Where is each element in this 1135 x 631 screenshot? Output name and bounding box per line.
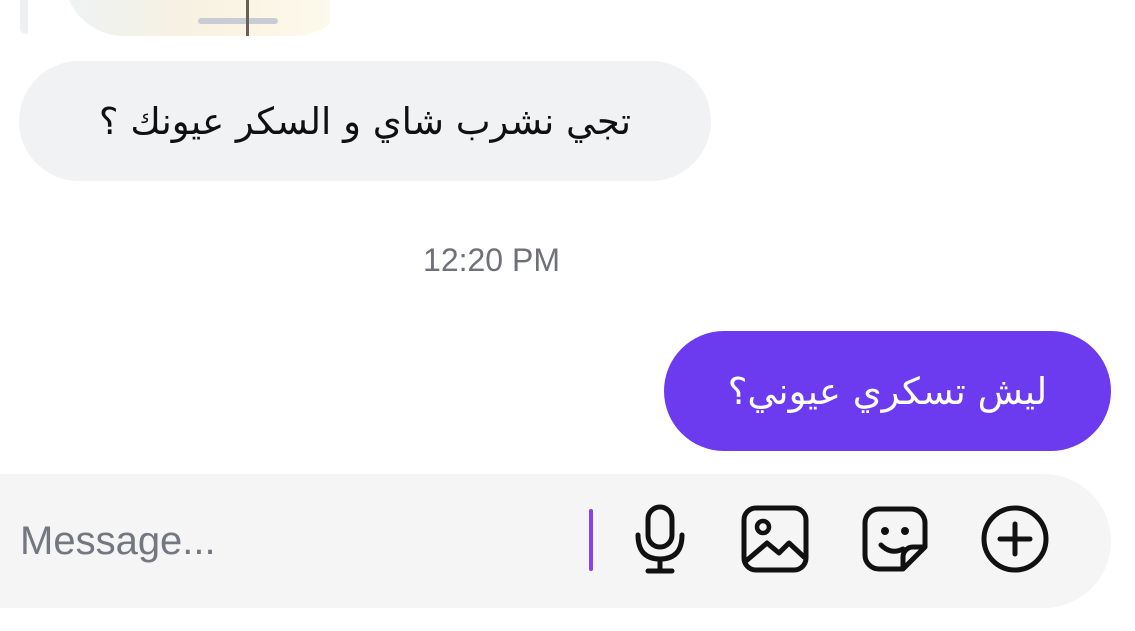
sent-message-bubble[interactable]: ليش تسكري عيوني؟ [664, 331, 1111, 451]
message-input[interactable] [20, 509, 540, 573]
add-button[interactable] [979, 503, 1051, 575]
plus-circle-icon [981, 505, 1049, 573]
microphone-icon [635, 504, 685, 574]
media-edge [20, 0, 28, 34]
microphone-button[interactable] [624, 503, 696, 575]
message-composer [0, 474, 1111, 608]
image-icon [741, 505, 809, 573]
message-timestamp: 12:20 PM [423, 242, 560, 278]
text-cursor [589, 509, 593, 571]
received-message-text: تجي نشرب شاي و السكر عيونك ؟ [98, 99, 632, 143]
sticker-icon [862, 506, 928, 572]
sent-message-text: ليش تسكري عيوني؟ [727, 369, 1048, 413]
previous-media-message[interactable] [20, 0, 330, 38]
sticker-button[interactable] [859, 503, 931, 575]
received-message-bubble[interactable]: تجي نشرب شاي و السكر عيونك ؟ [19, 61, 711, 181]
media-thumbnail [64, 0, 330, 36]
gallery-button[interactable] [739, 503, 811, 575]
media-thumbnail-detail [198, 18, 278, 24]
media-thumbnail-detail [246, 0, 249, 36]
